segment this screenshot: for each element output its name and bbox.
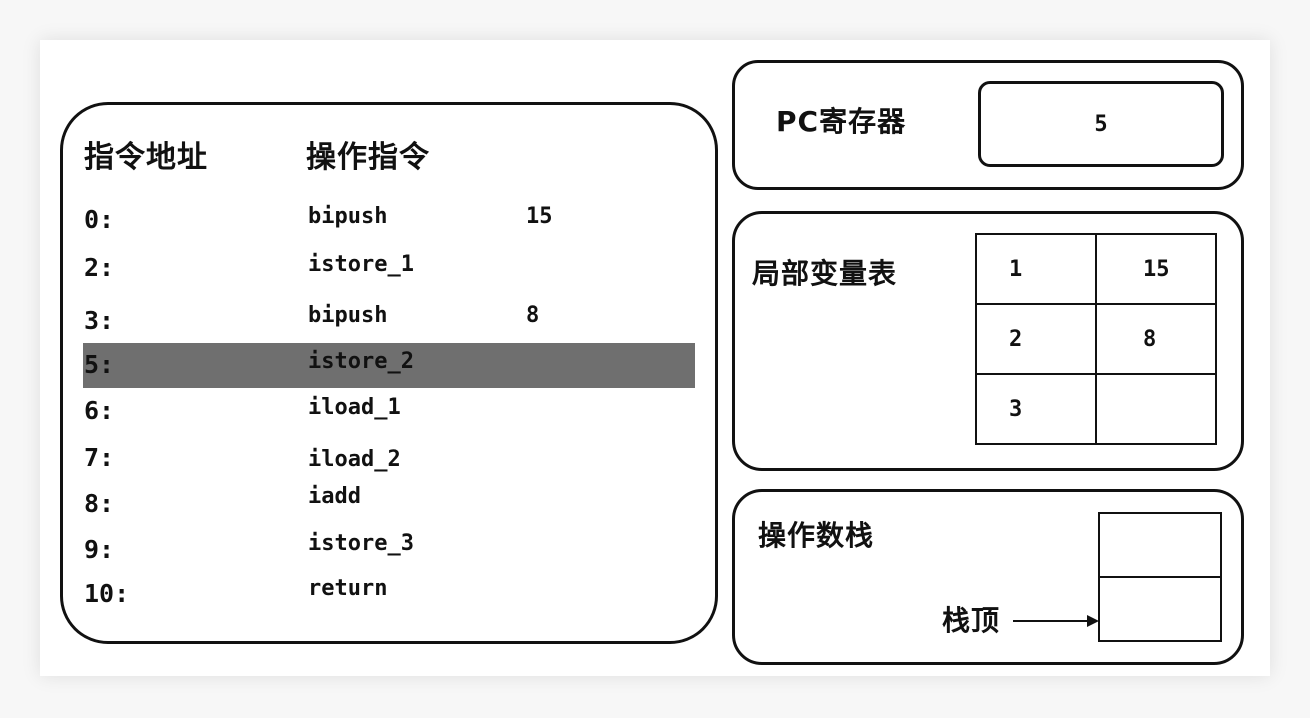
operand-stack — [1098, 512, 1222, 642]
stack-top-arrow — [1013, 620, 1089, 622]
instruction-address: 9: — [84, 535, 115, 564]
local-variable-slot: 2 8 — [975, 303, 1217, 375]
instruction-opcode: return — [308, 576, 388, 601]
instruction-address: 0: — [84, 205, 115, 234]
arrow-head-icon — [1087, 615, 1099, 627]
local-variable-table: 1 15 2 8 3 — [975, 233, 1217, 445]
instruction-address: 2: — [84, 253, 115, 282]
local-variable-slot: 3 — [975, 373, 1217, 445]
instruction-address: 8: — [84, 489, 115, 518]
instruction-opcode: bipush — [308, 204, 388, 229]
instruction-opcode: istore_3 — [308, 531, 414, 556]
local-variable-slot: 1 15 — [975, 233, 1217, 305]
instruction-address: 10: — [84, 579, 130, 608]
instruction-operand: 8 — [526, 303, 540, 328]
diagram-canvas: 指令地址 操作指令 0: bipush 15 2: istore_1 3: bi… — [40, 40, 1270, 676]
instruction-opcode: iload_1 — [308, 395, 401, 420]
slot-value: 8 — [1095, 303, 1217, 375]
instruction-opcode: iadd — [308, 484, 361, 509]
stack-top-label: 栈顶 — [942, 604, 1001, 637]
instruction-address: 6: — [84, 396, 115, 425]
instruction-operand: 15 — [526, 204, 553, 229]
pc-register-value: 5 — [978, 81, 1224, 167]
instruction-opcode: iload_2 — [308, 447, 401, 472]
stack-slot — [1100, 578, 1220, 642]
pc-register-label: PC寄存器 — [776, 105, 907, 138]
slot-value: 15 — [1095, 233, 1217, 305]
instruction-opcode: istore_1 — [308, 252, 414, 277]
instruction-opcode: bipush — [308, 303, 388, 328]
slot-index: 1 — [975, 233, 1097, 305]
instruction-column-header: 操作指令 — [306, 140, 430, 175]
slot-index: 3 — [975, 373, 1097, 445]
slot-index: 2 — [975, 303, 1097, 375]
instruction-address: 7: — [84, 443, 115, 472]
address-column-header: 指令地址 — [84, 140, 208, 175]
operand-stack-label: 操作数栈 — [758, 519, 875, 552]
instruction-address: 5: — [84, 350, 115, 379]
instruction-opcode: istore_2 — [308, 349, 414, 374]
local-variable-label: 局部变量表 — [752, 257, 898, 290]
stack-slot — [1100, 514, 1220, 578]
slot-value — [1095, 373, 1217, 445]
instruction-address: 3: — [84, 306, 115, 335]
